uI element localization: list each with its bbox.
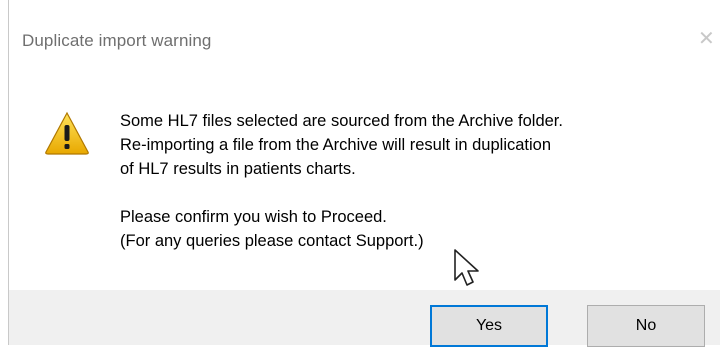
yes-button[interactable]: Yes [430,305,548,347]
mouse-pointer-icon [454,249,479,286]
title-bar[interactable]: Duplicate import warning ✕ [0,0,720,80]
dialog-window: Duplicate import warning ✕ Some HL7 file… [0,0,720,347]
close-icon[interactable]: ✕ [698,26,720,52]
confirm-line: (For any queries please contact Support.… [120,232,424,250]
message-line: Some HL7 files selected are sourced from… [120,112,563,130]
window-title: Duplicate import warning [22,31,212,50]
no-button[interactable]: No [587,305,705,347]
message-line: of HL7 results in patients charts. [120,160,356,178]
message-line: Re-importing a file from the Archive wil… [120,136,552,154]
button-bar: Yes No [9,290,720,347]
confirm-line: Please confirm you wish to Proceed. [120,208,387,226]
warning-icon [45,111,89,155]
message-body: Some HL7 files selected are sourced from… [120,109,710,253]
